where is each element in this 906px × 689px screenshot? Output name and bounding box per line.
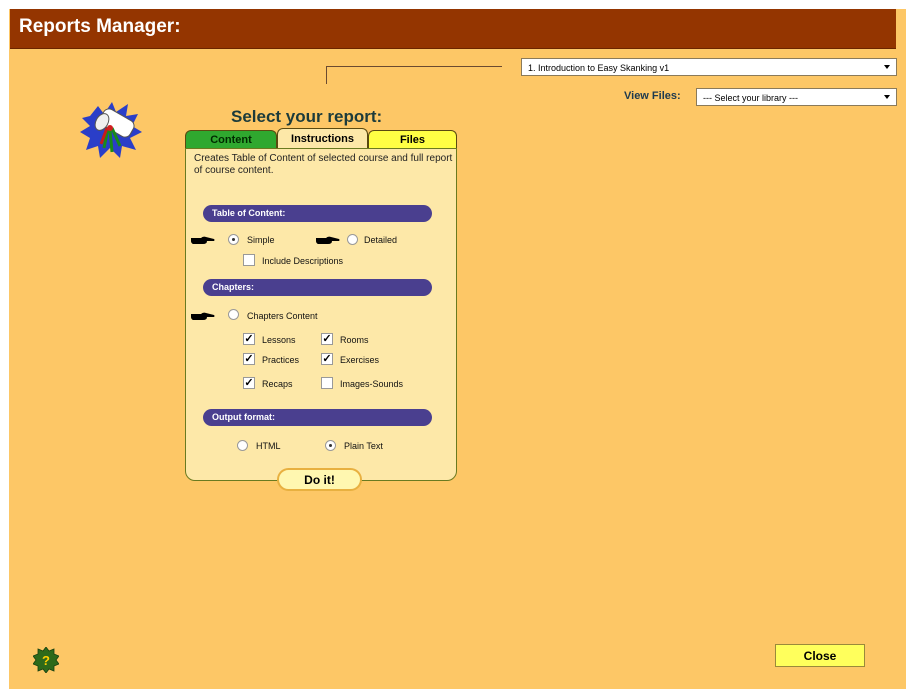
chapters-section-header: Chapters:: [203, 279, 432, 296]
rooms-checkbox[interactable]: ✓: [321, 333, 333, 345]
rooms-label: Rooms: [340, 335, 369, 345]
page-heading: Select your report:: [231, 107, 383, 126]
images-sounds-label: Images-Sounds: [340, 379, 404, 389]
tab-instructions[interactable]: Instructions: [277, 128, 368, 149]
exercises-label: Exercises: [340, 355, 380, 365]
help-question-icon[interactable]: ?: [33, 647, 59, 673]
app-title: Reports Manager:: [19, 16, 181, 37]
tab-content[interactable]: Content: [185, 130, 277, 149]
tab-files[interactable]: Files: [368, 130, 457, 149]
report-options-panel: Creates Table of Content of selected cou…: [185, 148, 457, 481]
output-plain-text-radio[interactable]: [325, 440, 336, 451]
output-plain-text-label: Plain Text: [344, 441, 383, 451]
lessons-label: Lessons: [262, 335, 296, 345]
chapters-content-label: Chapters Content: [247, 311, 318, 321]
include-descriptions-label: Include Descriptions: [262, 256, 344, 266]
pointing-hand-icon: [191, 236, 215, 244]
view-files-label: View Files:: [624, 90, 681, 102]
connector-line-vertical: [326, 66, 327, 84]
chapters-content-radio[interactable]: [228, 309, 239, 320]
diploma-scroll-icon: [80, 102, 142, 158]
library-select[interactable]: --- Select your library ---: [696, 88, 897, 106]
output-html-label: HTML: [256, 441, 281, 451]
recaps-checkbox[interactable]: ✓: [243, 377, 255, 389]
practices-label: Practices: [262, 355, 300, 365]
pointing-hand-icon: [191, 312, 215, 320]
toc-simple-label: Simple: [247, 235, 275, 245]
output-format-section-header: Output format:: [203, 409, 432, 426]
output-html-radio[interactable]: [237, 440, 248, 451]
course-select[interactable]: 1. Introduction to Easy Skanking v1: [521, 58, 897, 76]
course-select-value: 1. Introduction to Easy Skanking v1: [528, 63, 670, 73]
title-bar: Reports Manager:: [10, 9, 896, 49]
close-button[interactable]: Close: [775, 644, 865, 667]
do-it-button[interactable]: Do it!: [277, 468, 362, 491]
svg-text:?: ?: [42, 653, 50, 668]
pointing-hand-icon: [316, 236, 340, 244]
toc-detailed-label: Detailed: [364, 235, 398, 245]
toc-section-header: Table of Content:: [203, 205, 432, 222]
connector-line: [326, 66, 502, 67]
recaps-label: Recaps: [262, 379, 293, 389]
images-sounds-checkbox[interactable]: [321, 377, 333, 389]
report-description: Creates Table of Content of selected cou…: [194, 153, 453, 176]
include-descriptions-checkbox[interactable]: [243, 254, 255, 266]
practices-checkbox[interactable]: ✓: [243, 353, 255, 365]
exercises-checkbox[interactable]: ✓: [321, 353, 333, 365]
toc-detailed-radio[interactable]: [347, 234, 358, 245]
chevron-down-icon: [884, 65, 890, 69]
toc-simple-radio[interactable]: [228, 234, 239, 245]
lessons-checkbox[interactable]: ✓: [243, 333, 255, 345]
library-select-value: --- Select your library ---: [703, 93, 799, 103]
chevron-down-icon: [884, 95, 890, 99]
